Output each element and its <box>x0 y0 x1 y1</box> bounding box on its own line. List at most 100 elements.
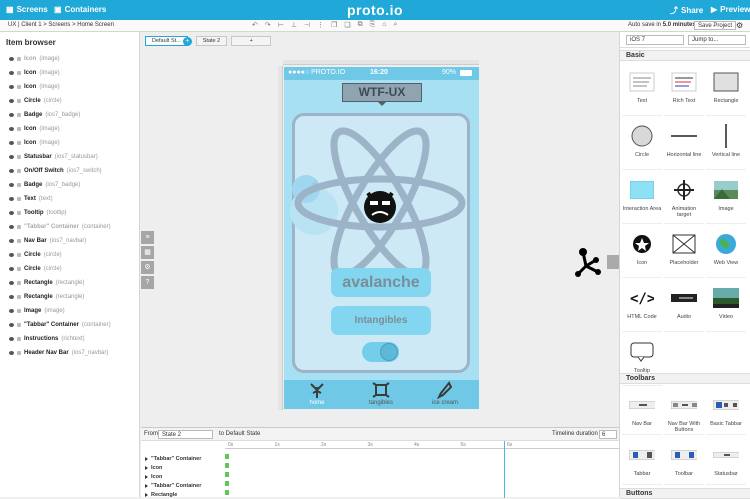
eye-icon[interactable] <box>9 337 14 341</box>
component-interaction-area[interactable]: Interaction Area <box>622 170 662 224</box>
phone-screen[interactable]: ●●●●○ PROTO.IO 16:20 90% WTF-UX ⚛ avalan… <box>284 67 479 409</box>
undo-icon[interactable]: ↶ <box>252 21 258 29</box>
phone-tabbar[interactable]: home tangibles ice cream <box>284 380 479 409</box>
item-browser-row[interactable]: Rectangle (rectangle) <box>0 276 140 290</box>
expand-arrow-icon[interactable] <box>145 492 148 497</box>
eye-icon[interactable] <box>9 127 14 131</box>
item-browser-row[interactable]: Tooltip (tooltip) <box>0 206 140 220</box>
ungroup-icon[interactable]: ❏ <box>344 21 350 29</box>
timeline-row[interactable]: Icon <box>145 472 201 481</box>
eye-icon[interactable] <box>9 351 14 355</box>
component-basic-tabbar[interactable]: Basic Tabbar <box>706 385 746 435</box>
keyframe-marker[interactable] <box>225 472 229 477</box>
item-browser-row[interactable]: Circle (circle) <box>0 248 140 262</box>
timeline-row[interactable]: Icon <box>145 463 201 472</box>
jump-to-select[interactable]: Jump to... <box>688 35 746 45</box>
breadcrumb[interactable]: UX | Client 1 > Screens > Home Screen <box>8 22 114 28</box>
component-tabbar[interactable]: Tabbar <box>622 435 662 485</box>
status-bar[interactable]: ●●●●○ PROTO.IO 16:20 90% <box>284 67 479 80</box>
screens-menu[interactable]: ▦ Screens <box>6 5 48 14</box>
eye-icon[interactable] <box>9 197 14 201</box>
timeline-row[interactable]: Rectangle <box>145 490 201 499</box>
item-browser-row[interactable]: Badge (ios7_badge) <box>0 178 140 192</box>
component-statusbar[interactable]: Statusbar <box>706 435 746 485</box>
item-browser-row[interactable]: Icon (image) <box>0 52 140 66</box>
eye-icon[interactable] <box>9 113 14 117</box>
component-star[interactable]: Icon <box>622 224 662 278</box>
lock-icon[interactable] <box>17 253 21 257</box>
gear-icon[interactable]: ⚙ <box>141 261 154 274</box>
expand-arrow-icon[interactable] <box>145 474 148 479</box>
lock-icon[interactable] <box>17 351 21 355</box>
timeline-from-select[interactable]: State 2 <box>158 430 213 439</box>
eye-icon[interactable] <box>9 85 14 89</box>
align-center-icon[interactable]: ⊥ <box>291 21 297 29</box>
component-code[interactable]: </> HTML Code <box>622 278 662 332</box>
lock-icon[interactable] <box>17 281 21 285</box>
item-browser-row[interactable]: Rectangle (rectangle) <box>0 290 140 304</box>
component-rich-text[interactable]: Rich Text <box>664 62 704 116</box>
share-nodes-icon[interactable] <box>574 246 602 278</box>
item-browser-row[interactable]: Icon (image) <box>0 66 140 80</box>
component-vertical-line[interactable]: Vertical line <box>706 116 746 170</box>
design-canvas[interactable]: Default St... + State 2 + ≡ ▦ ⚙ ? ●●●●○ P… <box>141 32 619 427</box>
tabbar-item-tangibles[interactable]: tangibles <box>356 381 406 406</box>
lock-icon[interactable] <box>17 99 21 103</box>
expand-arrow-icon[interactable] <box>145 456 148 461</box>
item-browser-row[interactable]: "Tabbar" Container (container) <box>0 220 140 234</box>
component-nav-bar[interactable]: Nav Bar <box>622 385 662 435</box>
expand-arrow-icon[interactable] <box>145 465 148 470</box>
component-rectangle[interactable]: Rectangle <box>706 62 746 116</box>
buttons-section-title[interactable]: Buttons <box>620 488 750 499</box>
lock-icon[interactable] <box>17 197 21 201</box>
device-select[interactable]: iOS 7 <box>626 35 684 45</box>
redo-icon[interactable]: ↷ <box>265 21 271 29</box>
lock-icon[interactable] <box>17 169 21 173</box>
add-state-icon[interactable]: + <box>182 37 192 46</box>
eye-icon[interactable] <box>9 267 14 271</box>
tab-state-2[interactable]: State 2 <box>195 36 228 46</box>
arrange-icon[interactable]: ⧉ <box>358 21 363 29</box>
lock-icon[interactable] <box>17 113 21 117</box>
copy-icon[interactable]: ⎘ <box>370 21 376 29</box>
lock-icon[interactable] <box>17 155 21 159</box>
timeline-row[interactable]: "Tabbar" Container <box>145 481 201 490</box>
eye-icon[interactable] <box>9 141 14 145</box>
tabbar-item-ice-cream[interactable]: ice cream <box>420 381 470 406</box>
align-right-icon[interactable]: ⊣ <box>304 21 310 29</box>
eye-icon[interactable] <box>9 211 14 215</box>
item-browser-row[interactable]: Badge (ios7_badge) <box>0 108 140 122</box>
tabbar-item-home[interactable]: home <box>292 381 342 406</box>
lock-icon[interactable] <box>17 225 21 229</box>
lock-icon[interactable] <box>17 295 21 299</box>
paste-icon[interactable]: ⌂ <box>382 21 386 29</box>
containers-menu[interactable]: ▣ Containers <box>54 5 106 14</box>
item-browser-row[interactable]: Instructions (richtext) <box>0 332 140 346</box>
component-horizontal-line[interactable]: Horizontal line <box>664 116 704 170</box>
collapse-panel-button[interactable] <box>607 255 619 269</box>
component-placeholder[interactable]: Placeholder <box>664 224 704 278</box>
timeline-row[interactable]: "Tabbar" Container <box>145 454 201 463</box>
component-toolbar[interactable]: Toolbar <box>664 435 704 485</box>
lock-icon[interactable] <box>17 211 21 215</box>
item-browser-row[interactable]: Icon (image) <box>0 80 140 94</box>
layers-icon[interactable]: ≡ <box>141 231 154 244</box>
lock-icon[interactable] <box>17 267 21 271</box>
keyframe-marker[interactable] <box>225 454 229 459</box>
lock-icon[interactable] <box>17 183 21 187</box>
group-icon[interactable]: ❐ <box>331 21 337 29</box>
component-video[interactable]: Video <box>706 278 746 332</box>
eye-icon[interactable] <box>9 239 14 243</box>
preview-button[interactable]: ▶ Preview <box>711 5 750 14</box>
item-browser-row[interactable]: Icon (image) <box>0 122 140 136</box>
eye-icon[interactable] <box>9 225 14 229</box>
expand-arrow-icon[interactable] <box>145 483 148 488</box>
lock-icon[interactable] <box>17 85 21 89</box>
item-browser-row[interactable]: Image (image) <box>0 304 140 318</box>
lock-icon[interactable] <box>17 323 21 327</box>
intangibles-button[interactable]: Intangibles <box>331 306 431 335</box>
help-icon[interactable]: ? <box>141 276 154 289</box>
zoom-icon[interactable]: ⌕ <box>393 21 397 29</box>
on-off-switch[interactable] <box>362 342 399 362</box>
avalanche-button[interactable]: avalanche <box>331 268 431 297</box>
